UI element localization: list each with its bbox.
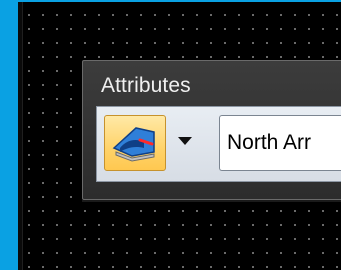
chevron-down-icon[interactable] [176,134,194,148]
canvas-left-edge [18,2,23,270]
toolbox-title: Attributes [101,74,191,97]
level-combo-field[interactable]: North Arr [219,115,341,171]
active-level-button[interactable] [104,115,166,171]
attributes-toolbox: Attributes North Arr [82,60,341,200]
toolbox-shadow [82,200,341,202]
toolbox-body: North Arr [96,106,341,182]
level-value: North Arr [227,131,312,154]
desktop-background: Attributes North Arr [0,0,341,270]
